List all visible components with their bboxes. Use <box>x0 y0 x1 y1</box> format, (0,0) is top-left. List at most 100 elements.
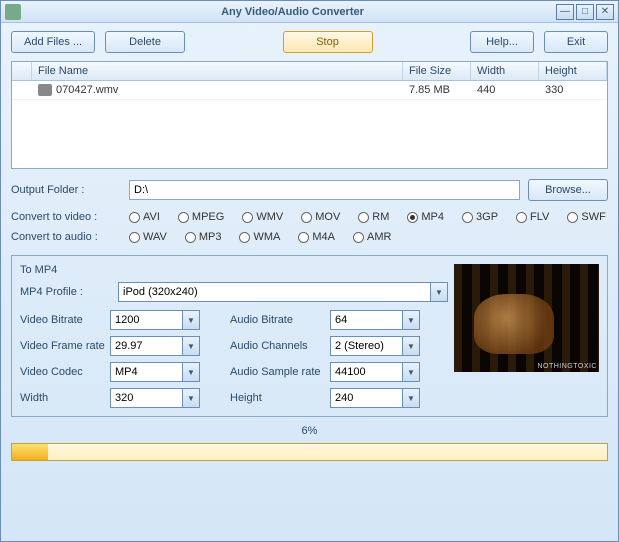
radio-circle-icon <box>129 232 140 243</box>
row-height: 330 <box>539 81 607 99</box>
audio-format-radios: WAV MP3 WMA M4A AMR <box>129 231 391 243</box>
table-row[interactable]: 070427.wmv 7.85 MB 440 330 <box>12 81 607 100</box>
delete-button[interactable]: Delete <box>105 31 185 53</box>
row-width: 440 <box>471 81 539 99</box>
abitrate-label: Audio Bitrate <box>230 314 330 326</box>
grid-header-height[interactable]: Height <box>539 62 607 80</box>
grid-header-check[interactable] <box>12 62 32 80</box>
radio-circle-icon <box>178 212 189 223</box>
chevron-down-icon[interactable]: ▼ <box>430 282 448 302</box>
video-format-label: Convert to video : <box>11 211 121 223</box>
radio-label: MP3 <box>199 231 222 243</box>
width-input[interactable] <box>110 388 182 408</box>
row-filename-text: 070427.wmv <box>56 84 118 96</box>
asample-label: Audio Sample rate <box>230 366 330 378</box>
profile-row: MP4 Profile : ▼ <box>20 282 449 302</box>
chevron-down-icon[interactable]: ▼ <box>402 362 420 382</box>
audio-radio-amr[interactable]: AMR <box>353 231 391 243</box>
video-radio-3gp[interactable]: 3GP <box>462 211 498 223</box>
radio-label: M4A <box>312 231 335 243</box>
browse-button[interactable]: Browse... <box>528 179 608 201</box>
video-radio-swf[interactable]: SWF <box>567 211 605 223</box>
app-icon <box>5 4 21 20</box>
audio-radio-m4a[interactable]: M4A <box>298 231 335 243</box>
output-folder-input[interactable] <box>129 180 520 200</box>
audio-radio-mp3[interactable]: MP3 <box>185 231 222 243</box>
vbitrate-input[interactable] <box>110 310 182 330</box>
row-check[interactable] <box>12 81 32 99</box>
vcodec-combo[interactable]: ▼ <box>110 362 200 382</box>
chevron-down-icon[interactable]: ▼ <box>182 362 200 382</box>
chevron-down-icon[interactable]: ▼ <box>182 310 200 330</box>
video-radio-rm[interactable]: RM <box>358 211 389 223</box>
progress-percent-text: 6% <box>1 421 618 439</box>
video-radio-mov[interactable]: MOV <box>301 211 340 223</box>
video-radio-mp4[interactable]: MP4 <box>407 211 444 223</box>
add-files-button[interactable]: Add Files ... <box>11 31 95 53</box>
achannels-label: Audio Channels <box>230 340 330 352</box>
vframerate-input[interactable] <box>110 336 182 356</box>
grid-header-size[interactable]: File Size <box>403 62 471 80</box>
toolbar: Add Files ... Delete Stop Help... Exit <box>1 23 618 57</box>
minimize-button[interactable]: — <box>556 4 574 20</box>
radio-circle-icon <box>301 212 312 223</box>
chevron-down-icon[interactable]: ▼ <box>402 310 420 330</box>
radio-label: WMA <box>253 231 280 243</box>
asample-combo[interactable]: ▼ <box>330 362 420 382</box>
window-title: Any Video/Audio Converter <box>29 6 556 18</box>
height-combo[interactable]: ▼ <box>330 388 420 408</box>
output-folder-label: Output Folder : <box>11 184 121 196</box>
width-combo[interactable]: ▼ <box>110 388 200 408</box>
abitrate-combo[interactable]: ▼ <box>330 310 420 330</box>
width-label: Width <box>20 392 110 404</box>
grid-header-name[interactable]: File Name <box>32 62 403 80</box>
video-radio-flv[interactable]: FLV <box>516 211 549 223</box>
radio-circle-icon <box>516 212 527 223</box>
video-radio-wmv[interactable]: WMV <box>242 211 283 223</box>
radio-circle-icon <box>407 212 418 223</box>
preview-watermark: NOTHINGTOXIC <box>537 363 597 370</box>
asample-input[interactable] <box>330 362 402 382</box>
preview-subject <box>474 294 554 354</box>
profile-label: MP4 Profile : <box>20 286 110 298</box>
profile-combo[interactable]: ▼ <box>118 282 448 302</box>
abitrate-input[interactable] <box>330 310 402 330</box>
audio-radio-wav[interactable]: WAV <box>129 231 167 243</box>
stop-button[interactable]: Stop <box>283 31 373 53</box>
video-format-row: Convert to video : AVI MPEG WMV MOV RM MP4 3GP… <box>1 207 618 227</box>
video-format-radios: AVI MPEG WMV MOV RM MP4 3GP FLV SWF <box>129 211 606 223</box>
height-input[interactable] <box>330 388 402 408</box>
vframerate-combo[interactable]: ▼ <box>110 336 200 356</box>
video-radio-avi[interactable]: AVI <box>129 211 160 223</box>
row-filesize: 7.85 MB <box>403 81 471 99</box>
help-button[interactable]: Help... <box>470 31 534 53</box>
achannels-combo[interactable]: ▼ <box>330 336 420 356</box>
grid-body: 070427.wmv 7.85 MB 440 330 <box>12 81 607 168</box>
titlebar: Any Video/Audio Converter — □ ✕ <box>1 1 618 23</box>
radio-label: MPEG <box>192 211 224 223</box>
audio-format-row: Convert to audio : WAVMP3WMAM4AAMR <box>1 227 618 247</box>
achannels-input[interactable] <box>330 336 402 356</box>
radio-circle-icon <box>242 212 253 223</box>
exit-button[interactable]: Exit <box>544 31 608 53</box>
profile-input[interactable] <box>118 282 430 302</box>
chevron-down-icon[interactable]: ▼ <box>402 336 420 356</box>
maximize-button[interactable]: □ <box>576 4 594 20</box>
settings-title: To MP4 <box>20 264 449 276</box>
vcodec-input[interactable] <box>110 362 182 382</box>
radio-circle-icon <box>239 232 250 243</box>
progress-bar <box>11 443 608 461</box>
radio-circle-icon <box>567 212 578 223</box>
chevron-down-icon[interactable]: ▼ <box>402 388 420 408</box>
chevron-down-icon[interactable]: ▼ <box>182 336 200 356</box>
chevron-down-icon[interactable]: ▼ <box>182 388 200 408</box>
vbitrate-label: Video Bitrate <box>20 314 110 326</box>
row-filename: 070427.wmv <box>32 81 403 99</box>
video-radio-mpeg[interactable]: MPEG <box>178 211 224 223</box>
close-button[interactable]: ✕ <box>596 4 614 20</box>
grid-header-width[interactable]: Width <box>471 62 539 80</box>
app-window: Any Video/Audio Converter — □ ✕ Add File… <box>0 0 619 542</box>
vbitrate-combo[interactable]: ▼ <box>110 310 200 330</box>
audio-radio-wma[interactable]: WMA <box>239 231 280 243</box>
progress-fill <box>12 444 48 460</box>
